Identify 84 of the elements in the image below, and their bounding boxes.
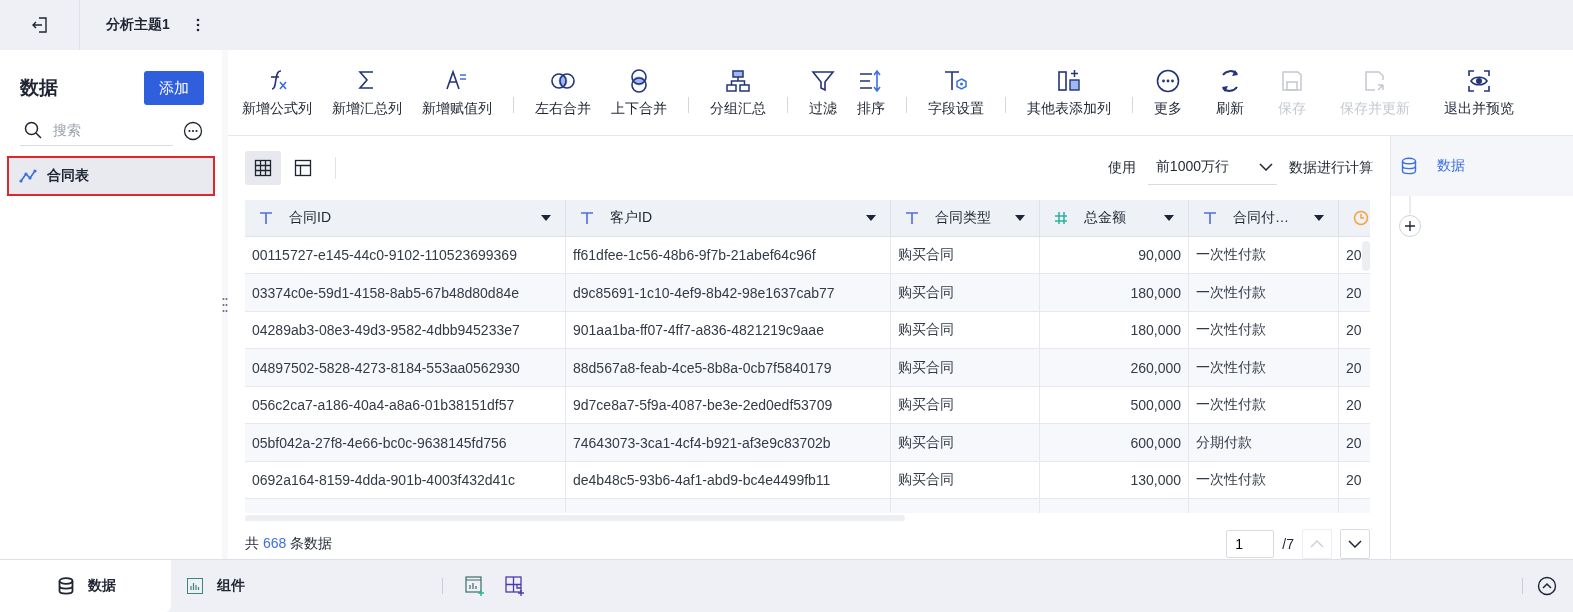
more-vertical-icon[interactable]: [195, 18, 200, 32]
chevron-up-icon: [1310, 540, 1324, 548]
exit-icon: [30, 16, 49, 34]
search-icon: [24, 121, 42, 139]
table-cell: 20: [1339, 424, 1370, 462]
clock-icon: [1353, 209, 1369, 226]
bottom-tab[interactable]: 数据: [0, 560, 171, 612]
table-cell: 购买合同: [891, 349, 1040, 387]
toolbar-button[interactable]: 过滤: [805, 63, 841, 122]
text-type-icon: [905, 210, 919, 225]
sort-caret-icon[interactable]: [866, 214, 876, 221]
hierarchy-icon: [724, 67, 752, 95]
add-chart-icon: [465, 576, 485, 596]
table-cell: 04897502-5828-4273-8184-553aa0562930: [245, 349, 566, 387]
search-field[interactable]: 搜索: [51, 121, 155, 139]
eye-icon: [1465, 67, 1493, 95]
sort-caret-icon[interactable]: [1314, 214, 1324, 221]
next-page-button[interactable]: [1340, 529, 1370, 559]
table-cell: 20: [1339, 349, 1370, 387]
column-header[interactable]: 总金额: [1040, 199, 1189, 237]
toolbar-button[interactable]: 刷新: [1212, 63, 1248, 122]
toolbar-button[interactable]: 更多: [1150, 63, 1186, 122]
table-cell: 05bf042a-27f8-4e66-bc0c-9638145fd756: [245, 424, 566, 462]
flow-node[interactable]: 数据: [1391, 136, 1573, 196]
chevron-up-circle-icon: [1537, 576, 1557, 596]
bottom-tab[interactable]: 组件: [171, 560, 342, 612]
toolbar-button[interactable]: 字段设置: [924, 63, 988, 122]
database-icon: [58, 577, 74, 595]
table-cell: 购买合同: [891, 274, 1040, 312]
column-header[interactable]: 客户ID: [566, 199, 891, 237]
number-type-icon: [1054, 210, 1068, 225]
toolbar-button[interactable]: 新增赋值列: [418, 63, 496, 122]
table-cell: 88d567a8-feab-4ce5-8b8a-0cb7f5840179: [566, 349, 891, 387]
chevron-down-icon: [1259, 163, 1273, 172]
toolbar-button[interactable]: 退出并预览: [1440, 63, 1518, 122]
table-cell: 一次性付款: [1189, 349, 1339, 387]
line-chart-icon: [19, 169, 37, 183]
add-table-icon: [505, 576, 525, 596]
bar-chart-icon: [187, 578, 203, 594]
table-cell: 一次性付款: [1189, 274, 1339, 312]
toolbar-button[interactable]: 新增汇总列: [328, 63, 406, 122]
toolbar-button[interactable]: 其他表添加列: [1023, 63, 1115, 122]
grid-icon: [254, 158, 272, 177]
toolbar-button[interactable]: 上下合并: [607, 63, 671, 122]
table-cell: d9c85691-1c10-4ef9-8b42-98e1637cab77: [566, 274, 891, 312]
text-type-icon: [580, 210, 594, 225]
resize-handle-icon[interactable]: [222, 296, 228, 313]
table-cell: 分期付款: [1189, 424, 1339, 462]
column-header[interactable]: 合同ID: [245, 199, 566, 237]
limit-label: 使用: [1107, 158, 1136, 177]
more-icon: [1154, 67, 1182, 95]
layout-icon: [294, 158, 312, 177]
text-type-icon: [1203, 210, 1217, 225]
record-count: 共 668 条数据: [245, 535, 333, 553]
table-item[interactable]: 合同表: [7, 156, 215, 196]
table-cell: 600,000: [1040, 424, 1189, 462]
table-cell: 03374c0e-59d1-4158-8ab5-67b48d80d84e: [245, 274, 566, 312]
limit-label: 数据进行计算: [1289, 158, 1373, 177]
panel-heading: 数据: [20, 76, 58, 100]
toolbar-button[interactable]: 左右合并: [531, 63, 595, 122]
table-cell: 购买合同: [891, 424, 1040, 462]
row-limit-dropdown[interactable]: 前1000万行: [1147, 150, 1277, 185]
text-type-icon: [259, 210, 273, 225]
chevron-down-icon: [1348, 540, 1362, 548]
analysis-title: 分析主题1: [106, 16, 170, 34]
database-icon: [1401, 157, 1417, 175]
sort-caret-icon[interactable]: [541, 214, 551, 221]
add-step-icon[interactable]: [1398, 196, 1422, 238]
page-total: /7: [1282, 536, 1294, 552]
toolbar-button[interactable]: 排序: [853, 63, 889, 122]
column-header[interactable]: 合同付…: [1189, 199, 1339, 237]
toolbar-button[interactable]: 新增公式列: [238, 63, 316, 122]
table-cell: 180,000: [1040, 274, 1189, 312]
sort-caret-icon[interactable]: [1164, 214, 1174, 221]
table-cell: 74643073-3ca1-4cf4-b921-af3e9c83702b: [566, 424, 891, 462]
column-header[interactable]: 合同类型: [891, 199, 1040, 237]
sort-caret-icon[interactable]: [1015, 214, 1025, 221]
page-input[interactable]: 1: [1226, 530, 1275, 558]
toolbar-button[interactable]: 分组汇总: [706, 63, 770, 122]
table-cell: 260,000: [1040, 349, 1189, 387]
more-icon[interactable]: [183, 120, 203, 141]
table-cell: 20: [1339, 274, 1370, 312]
add-button[interactable]: 添加: [144, 71, 204, 105]
grid-view-button[interactable]: [245, 150, 281, 185]
